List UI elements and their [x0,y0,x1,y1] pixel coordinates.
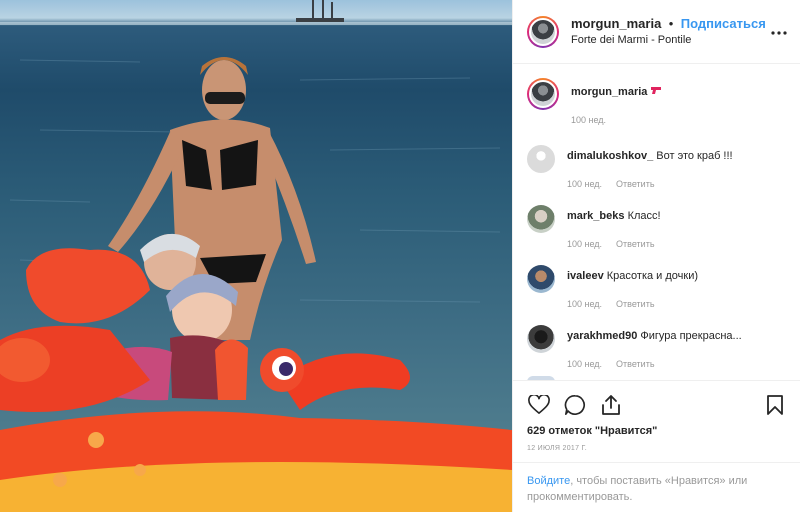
more-horizontal-icon[interactable] [771,22,787,40]
comment-row: yarakhmed90 Фигура прекрасна... 100 нед.… [527,316,787,376]
comment-row: ivaleev Красотка и дочки) 100 нед. Ответи… [527,256,787,316]
reply-button[interactable]: Ответить [616,299,654,309]
reply-button[interactable]: Ответить [616,359,654,369]
post-date[interactable]: 12 ИЮЛЯ 2017 Г. [527,445,787,452]
comment-row: mark_beks Класс! 100 нед. Ответить [527,196,787,256]
avatar[interactable] [527,15,559,48]
sailboat [296,0,344,22]
comment-time[interactable]: 100 нед. [567,239,602,249]
comment-row: dimalukoshkov_ Вот это краб !!! 100 нед.… [527,136,787,196]
comment-avatar[interactable] [527,265,555,293]
likes-count[interactable]: 629 отметок "Нравится" [527,425,787,437]
action-icons [527,381,787,429]
comment-username[interactable]: ivaleev [567,270,604,282]
caption-avatar[interactable] [527,78,559,110]
caption-username[interactable]: morgun_maria [571,86,647,98]
comment-avatar[interactable] [527,325,555,353]
comment-avatar[interactable] [527,205,555,233]
comment-username[interactable]: mark_beks [567,210,625,222]
post-sidebar: morgun_maria • Подписаться Forte dei Mar… [512,0,800,512]
reply-button[interactable]: Ответить [616,239,654,249]
location-link[interactable]: Forte dei Marmi - Pontile [571,32,766,49]
water-pistol-icon [650,86,662,98]
login-link[interactable]: Войдите [527,475,570,487]
comment-text: Вот это краб !!! [656,150,733,162]
heart-icon[interactable] [527,393,551,417]
comment-icon[interactable] [563,393,587,417]
comments-list[interactable]: morgun_maria 100 нед. dimalukoshkov_ Вот… [513,64,800,380]
separator-dot: • [668,15,674,31]
username-link[interactable]: morgun_maria [571,16,661,31]
caption-row: morgun_maria 100 нед. [527,76,787,136]
comment-text: Красотка и дочки) [606,270,699,282]
caption-time[interactable]: 100 нед. [571,115,606,125]
bookmark-icon[interactable] [763,393,787,417]
login-prompt: Войдите, чтобы поставить «Нравится» или … [513,462,800,512]
post-photo[interactable] [0,0,512,512]
share-icon[interactable] [599,393,623,417]
comment-username[interactable]: dimalukoshkov_ [567,150,653,162]
comment-time[interactable]: 100 нед. [567,299,602,309]
comment-time[interactable]: 100 нед. [567,359,602,369]
beach-photo-scene [0,0,512,512]
comment-text: Класс! [627,210,661,222]
post-header: morgun_maria • Подписаться Forte dei Mar… [513,0,800,64]
comment-text: Фигура прекрасна... [640,330,742,342]
reply-button[interactable]: Ответить [616,179,654,189]
comment-username[interactable]: yarakhmed90 [567,330,637,342]
comment-avatar[interactable] [527,145,555,173]
follow-button[interactable]: Подписаться [681,16,766,31]
header-meta: morgun_maria • Подписаться Forte dei Mar… [571,15,766,49]
comment-time[interactable]: 100 нед. [567,179,602,189]
